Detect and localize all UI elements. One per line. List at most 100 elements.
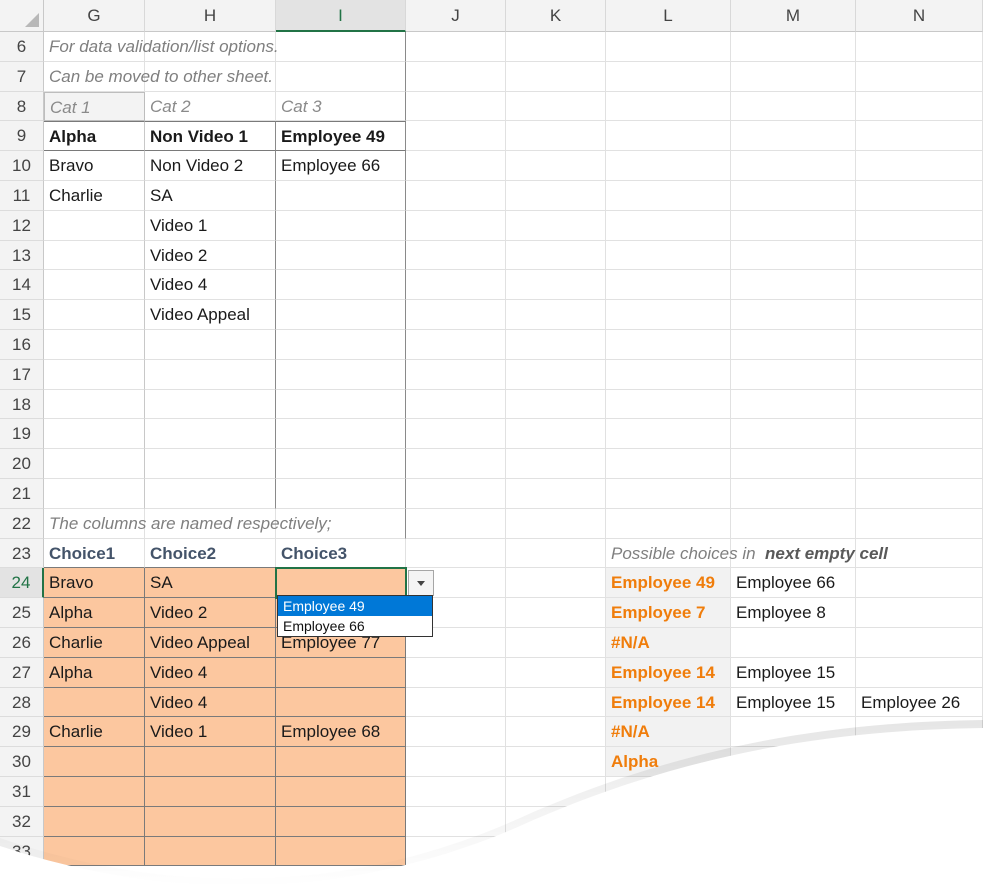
cell-j22[interactable] bbox=[406, 508, 506, 539]
cell-k16[interactable] bbox=[506, 330, 606, 360]
cell-k15[interactable] bbox=[506, 300, 606, 330]
cell-n23[interactable] bbox=[856, 538, 983, 569]
choice3-cell[interactable] bbox=[276, 657, 406, 688]
cell-k13[interactable] bbox=[506, 240, 606, 271]
cell-i18[interactable] bbox=[276, 389, 406, 420]
cell-h7[interactable] bbox=[145, 61, 276, 92]
choice1-cell[interactable] bbox=[44, 687, 145, 718]
cell-i11[interactable] bbox=[276, 181, 406, 211]
row-header-32[interactable]: 32 bbox=[0, 806, 44, 837]
cell-h19[interactable] bbox=[145, 419, 276, 450]
cell-j9[interactable] bbox=[406, 121, 506, 152]
cell-l19[interactable] bbox=[606, 419, 731, 450]
cell-l12[interactable] bbox=[606, 210, 731, 241]
cell-j19[interactable] bbox=[406, 419, 506, 450]
choice-header-3[interactable]: Choice3 bbox=[276, 538, 406, 569]
cell-h22[interactable] bbox=[145, 508, 276, 539]
cell-m7[interactable] bbox=[731, 61, 856, 92]
cell-g31[interactable] bbox=[44, 777, 145, 807]
cell-j10[interactable] bbox=[406, 151, 506, 181]
cell-l16[interactable] bbox=[606, 330, 731, 360]
cell-n27[interactable] bbox=[856, 657, 983, 688]
cat2-item[interactable]: Video Appeal bbox=[145, 300, 276, 330]
cell-j27[interactable] bbox=[406, 657, 506, 688]
cell-g7[interactable] bbox=[44, 61, 145, 92]
cell-l26[interactable] bbox=[606, 628, 731, 658]
cell-j20[interactable] bbox=[406, 449, 506, 479]
row-header-21[interactable]: 21 bbox=[0, 479, 44, 509]
cell-m13[interactable] bbox=[731, 240, 856, 271]
column-header-h[interactable]: H bbox=[145, 0, 276, 32]
cell-m11[interactable] bbox=[731, 181, 856, 211]
cell-h18[interactable] bbox=[145, 389, 276, 420]
cell-l28[interactable] bbox=[606, 687, 731, 718]
cell-g12[interactable] bbox=[44, 210, 145, 241]
cell-h31[interactable] bbox=[145, 777, 276, 807]
cell-h6[interactable] bbox=[145, 32, 276, 62]
cell-l13[interactable] bbox=[606, 240, 731, 271]
row-header-13[interactable]: 13 bbox=[0, 240, 44, 271]
cell-j12[interactable] bbox=[406, 210, 506, 241]
cell-k26[interactable] bbox=[506, 628, 606, 658]
cell-k25[interactable] bbox=[506, 598, 606, 628]
cell-j29[interactable] bbox=[406, 717, 506, 748]
cell-n15[interactable] bbox=[856, 300, 983, 330]
row-header-27[interactable]: 27 bbox=[0, 657, 44, 688]
cell-l24[interactable] bbox=[606, 568, 731, 599]
cell-n11[interactable] bbox=[856, 181, 983, 211]
cell-n32[interactable] bbox=[856, 806, 983, 837]
row-header-11[interactable]: 11 bbox=[0, 181, 44, 211]
choice3-cell[interactable]: Employee 68 bbox=[276, 717, 406, 748]
choice2-cell[interactable]: Video 4 bbox=[145, 687, 276, 718]
cell-n10[interactable] bbox=[856, 151, 983, 181]
choice2-cell[interactable]: Video 4 bbox=[145, 657, 276, 688]
cell-i21[interactable] bbox=[276, 479, 406, 509]
cat1-item[interactable]: Charlie bbox=[44, 181, 145, 211]
cell-m15[interactable] bbox=[731, 300, 856, 330]
cell-j32[interactable] bbox=[406, 806, 506, 837]
column-header-l[interactable]: L bbox=[606, 0, 731, 32]
cell-m6[interactable] bbox=[731, 32, 856, 62]
cell-m10[interactable] bbox=[731, 151, 856, 181]
cell-m16[interactable] bbox=[731, 330, 856, 360]
cell-n18[interactable] bbox=[856, 389, 983, 420]
cell-k29[interactable] bbox=[506, 717, 606, 748]
row-header-31[interactable]: 31 bbox=[0, 777, 44, 807]
cell-l27[interactable] bbox=[606, 657, 731, 688]
cell-n22[interactable] bbox=[856, 508, 983, 539]
row-header-18[interactable]: 18 bbox=[0, 389, 44, 420]
cat1-item[interactable]: Alpha bbox=[44, 121, 145, 152]
cell-n12[interactable] bbox=[856, 210, 983, 241]
select-all-corner[interactable] bbox=[0, 0, 44, 32]
cell-k7[interactable] bbox=[506, 61, 606, 92]
cell-m8[interactable] bbox=[731, 91, 856, 122]
cell-g21[interactable] bbox=[44, 479, 145, 509]
cell-l31[interactable] bbox=[606, 777, 731, 807]
cell-j7[interactable] bbox=[406, 61, 506, 92]
cell-m32[interactable] bbox=[731, 806, 856, 837]
cell-m23[interactable] bbox=[731, 538, 856, 569]
cell-j11[interactable] bbox=[406, 181, 506, 211]
row-header-8[interactable]: 8 bbox=[0, 91, 44, 122]
row-header-12[interactable]: 12 bbox=[0, 210, 44, 241]
cell-j28[interactable] bbox=[406, 687, 506, 718]
cell-g33[interactable] bbox=[44, 836, 145, 867]
cell-n6[interactable] bbox=[856, 32, 983, 62]
cell-l9[interactable] bbox=[606, 121, 731, 152]
cell-h17[interactable] bbox=[145, 359, 276, 390]
cell-k27[interactable] bbox=[506, 657, 606, 688]
cell-n9[interactable] bbox=[856, 121, 983, 152]
row-header-23[interactable]: 23 bbox=[0, 538, 44, 569]
cell-n17[interactable] bbox=[856, 359, 983, 390]
cell-k32[interactable] bbox=[506, 806, 606, 837]
cell-m12[interactable] bbox=[731, 210, 856, 241]
cell-n26[interactable] bbox=[856, 628, 983, 658]
cell-n8[interactable] bbox=[856, 91, 983, 122]
choice1-cell[interactable]: Charlie bbox=[44, 628, 145, 658]
row-header-33[interactable]: 33 bbox=[0, 836, 44, 867]
cell-n13[interactable] bbox=[856, 240, 983, 271]
cell-i30[interactable] bbox=[276, 747, 406, 777]
cell-n33[interactable] bbox=[856, 836, 983, 867]
cell-k9[interactable] bbox=[506, 121, 606, 152]
cell-k19[interactable] bbox=[506, 419, 606, 450]
